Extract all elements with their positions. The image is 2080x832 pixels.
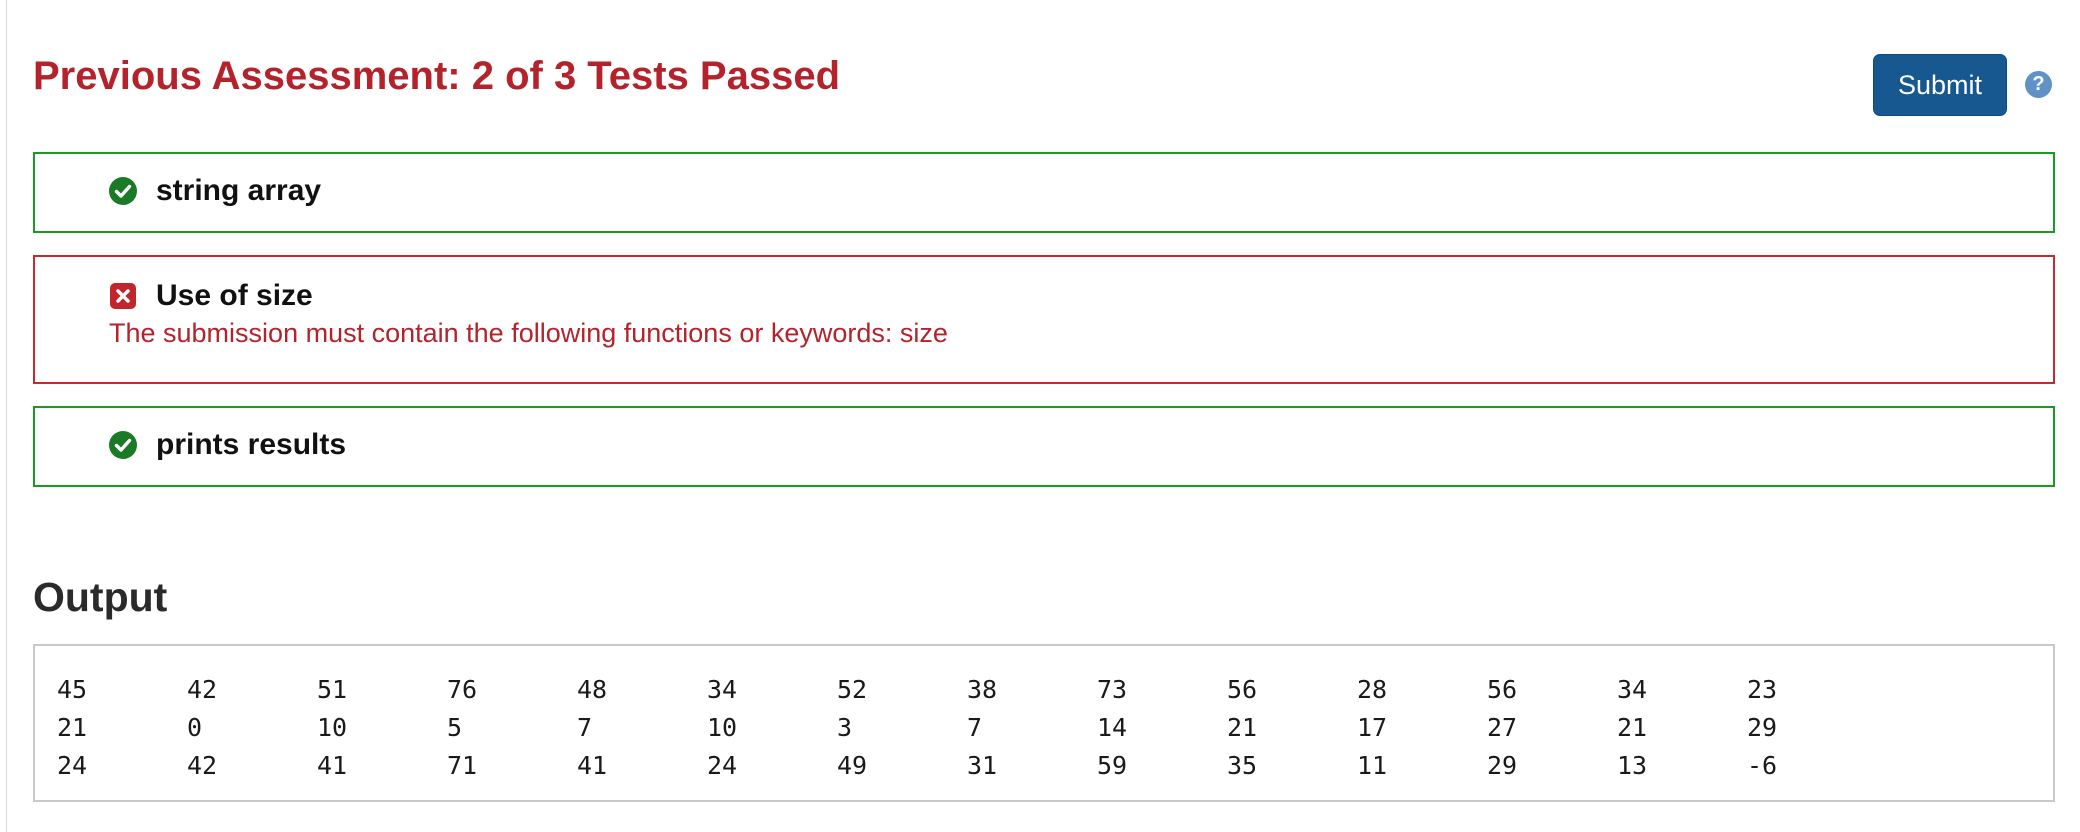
output-value: 34 [1617, 675, 1648, 704]
output-value: 41 [317, 751, 348, 780]
output-value: 31 [967, 751, 998, 780]
output-value: 10 [317, 713, 348, 742]
output-value: 56 [1227, 675, 1258, 704]
output-value: 59 [1097, 751, 1128, 780]
output-value: 10 [707, 713, 738, 742]
output-value: 42 [187, 675, 218, 704]
test-result-string-array: string array [33, 152, 2055, 233]
test-result-use-of-size: Use of size The submission must contain … [33, 255, 2055, 384]
output-value: 23 [1747, 675, 1778, 704]
output-value: 76 [447, 675, 478, 704]
output-value: 7 [967, 713, 983, 742]
left-divider [6, 0, 7, 832]
assessment-title: Previous Assessment: 2 of 3 Tests Passed [33, 54, 841, 98]
output-value: 13 [1617, 751, 1648, 780]
test-name: prints results [156, 428, 347, 461]
output-heading: Output [33, 574, 168, 620]
output-value: 27 [1487, 713, 1518, 742]
output-value: 14 [1097, 713, 1128, 742]
test-failure-message: The submission must contain the followin… [109, 318, 948, 348]
output-value: 28 [1357, 675, 1388, 704]
output-value: 24 [57, 751, 88, 780]
check-circle-icon [109, 177, 137, 205]
output-value: 29 [1487, 751, 1518, 780]
test-row: string array [109, 174, 321, 208]
output-value: 41 [577, 751, 608, 780]
output-value: 3 [837, 713, 853, 742]
output-value: 71 [447, 751, 478, 780]
output-value: 38 [967, 675, 998, 704]
output-value: 5 [447, 713, 463, 742]
output-value: 17 [1357, 713, 1388, 742]
output-value: 7 [577, 713, 593, 742]
output-value: 24 [707, 751, 738, 780]
output-console: 45 42 51 76 48 34 52 38 73 56 28 56 34 23 21 0 10 5 7 10 3 7 1… [33, 644, 2055, 802]
test-result-prints-results: prints results [33, 406, 2055, 487]
test-row: prints results [109, 428, 346, 462]
test-name: Use of size [156, 279, 313, 312]
x-square-icon [110, 283, 136, 309]
help-icon[interactable]: ? [2025, 71, 2052, 98]
output-value: 21 [1227, 713, 1258, 742]
submit-button[interactable]: Submit [1873, 54, 2007, 116]
output-value: 42 [187, 751, 218, 780]
test-row: Use of size [109, 279, 313, 313]
output-value: 51 [317, 675, 348, 704]
output-value: 49 [837, 751, 868, 780]
output-value: 0 [187, 713, 203, 742]
output-value: 11 [1357, 751, 1388, 780]
output-value: -6 [1747, 751, 1778, 780]
output-value: 21 [1617, 713, 1648, 742]
assessment-page: Previous Assessment: 2 of 3 Tests Passed… [0, 0, 2080, 832]
output-value: 73 [1097, 675, 1128, 704]
output-value: 29 [1747, 713, 1778, 742]
output-value: 45 [57, 675, 88, 704]
check-circle-icon [109, 431, 137, 459]
output-value: 48 [577, 675, 608, 704]
test-name: string array [156, 174, 322, 207]
output-value: 34 [707, 675, 738, 704]
output-value: 21 [57, 713, 88, 742]
output-value: 35 [1227, 751, 1258, 780]
output-value: 52 [837, 675, 868, 704]
output-value: 56 [1487, 675, 1518, 704]
